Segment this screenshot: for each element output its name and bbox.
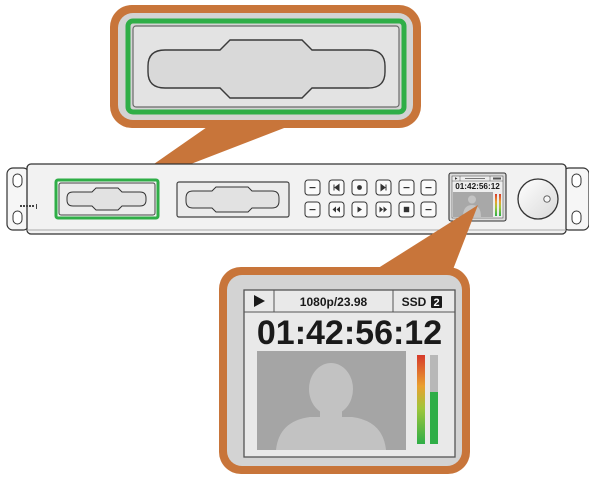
small-lcd-timecode: 01:42:56:12: [455, 182, 500, 191]
audio-meter-right: [430, 392, 438, 444]
illustration-stage: 01:42:56:12 1080p/23.98 SSD 2 01:42:56:1…: [0, 0, 589, 477]
shuttle-icon: [425, 209, 432, 211]
rack-hole-left-bottom: [12, 210, 23, 225]
fwd-icon: [403, 187, 410, 189]
jog-wheel-dimple: [543, 195, 551, 203]
rack-hole-right-top: [571, 173, 582, 188]
jog-icon: [309, 209, 316, 211]
audio-meter-left: [417, 355, 425, 444]
diagram-canvas: 01:42:56:12 1080p/23.98 SSD 2 01:42:56:1…: [6, 5, 589, 474]
rack-hole-right-bottom: [571, 210, 582, 225]
rew-icon: [309, 187, 316, 189]
lcd-callout: 1080p/23.98 SSD 2 01:42:56:12: [219, 205, 478, 474]
small-lcd: 01:42:56:12: [448, 172, 507, 222]
rack-hole-left-top: [12, 173, 23, 188]
lcd-format: 1080p/23.98: [300, 295, 368, 309]
lcd-media-label: SSD: [402, 295, 427, 309]
jog-wheel[interactable]: [517, 178, 559, 220]
lcd-media-slot: 2: [433, 297, 439, 309]
menu-icon: [425, 187, 432, 189]
stop-icon: [403, 206, 410, 213]
lcd-timecode: 01:42:56:12: [257, 314, 442, 352]
slot-2-opening: [185, 186, 280, 213]
deck-front-panel: 01:42:56:12: [6, 163, 589, 235]
record-icon: [357, 185, 362, 190]
